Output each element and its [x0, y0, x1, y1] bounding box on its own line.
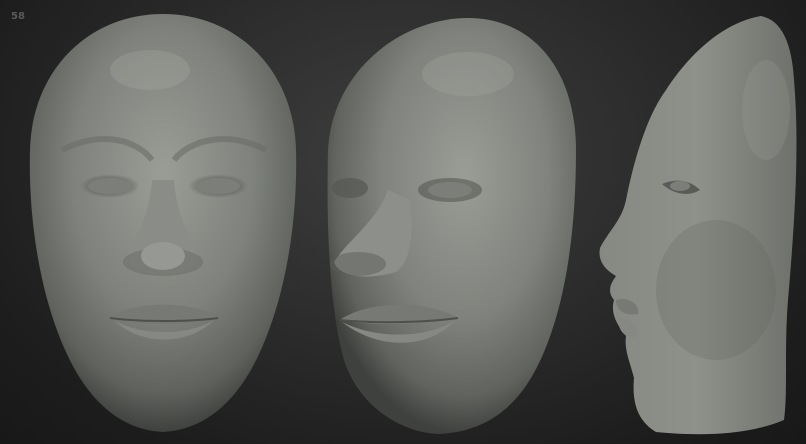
head-model-profile-view[interactable] [596, 0, 802, 444]
head-model-three-quarter-view[interactable] [318, 0, 584, 444]
sculpt-viewport[interactable]: 58 [0, 0, 806, 444]
head-model-front-view[interactable] [22, 0, 304, 444]
